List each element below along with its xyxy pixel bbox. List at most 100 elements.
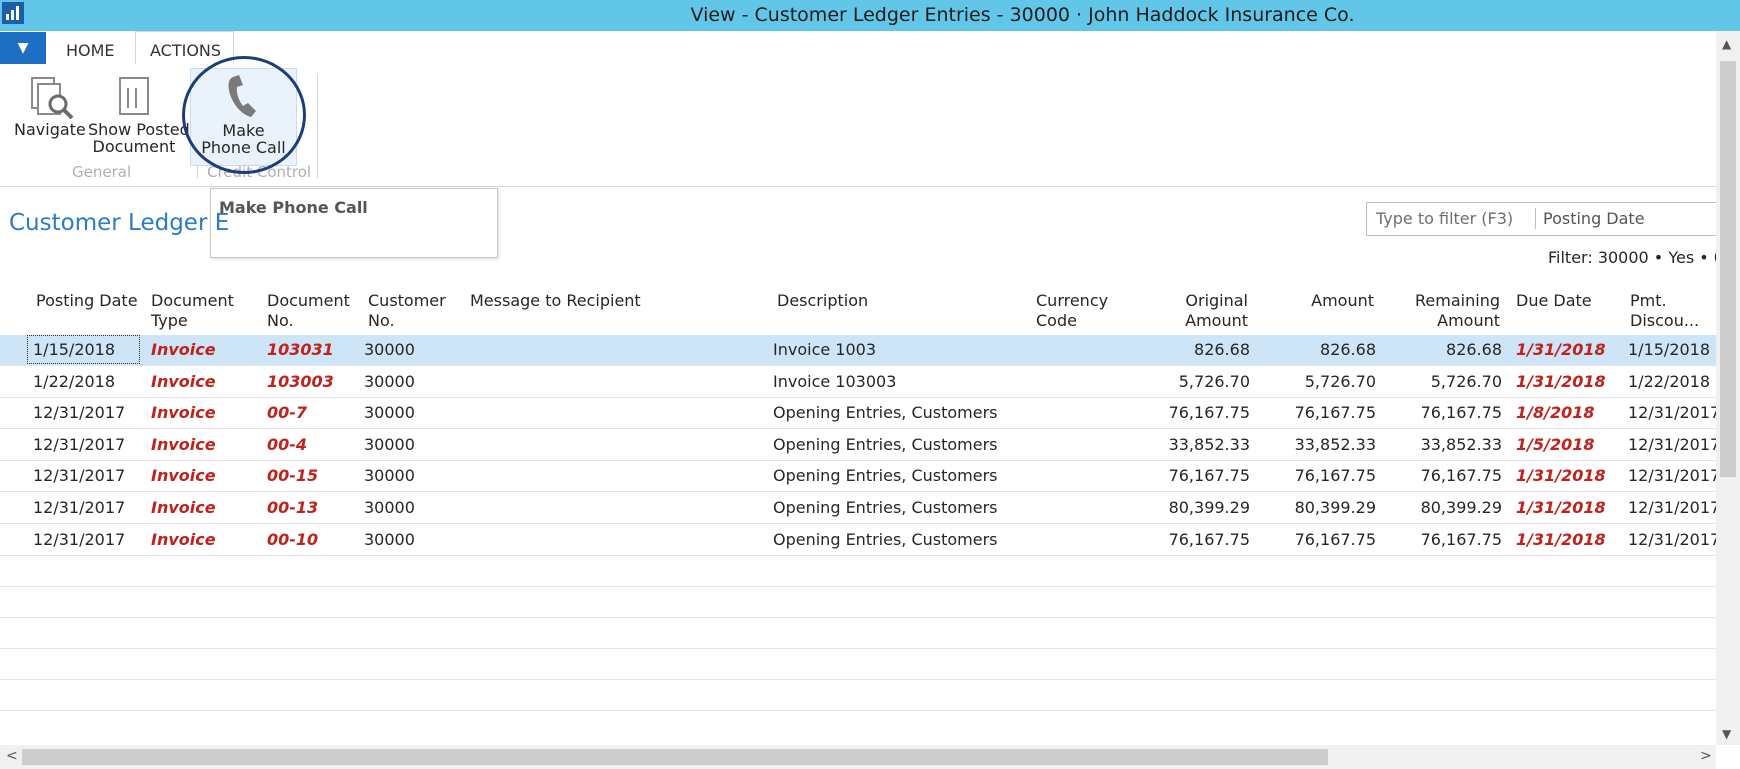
- group-label-general: General: [72, 163, 132, 181]
- cell-posting-date: 12/31/2017: [33, 434, 126, 454]
- table-row[interactable]: 1/22/2018 Invoice 103003 30000 Invoice 10300…: [0, 367, 1716, 398]
- cell-pmt-discount-date: 12/31/2017: [1628, 498, 1716, 517]
- scroll-down-icon[interactable]: ▼: [1722, 727, 1731, 741]
- cell-remaining-amount: 76,167.75: [1420, 529, 1502, 549]
- cell-customer-no: 30000: [364, 340, 415, 359]
- empty-row-line: [0, 679, 1716, 680]
- cell-document-no[interactable]: 103031: [267, 335, 334, 365]
- col-header-document-no[interactable]: Document No.: [267, 291, 350, 331]
- cell-remaining-amount: 80,399.29: [1420, 498, 1502, 517]
- cell-document-no[interactable]: 00-10: [267, 525, 318, 555]
- table-row[interactable]: 12/31/2017 Invoice 00-10 30000 Opening Entri…: [0, 525, 1716, 556]
- cell-original-amount: 826.68: [1194, 340, 1250, 359]
- navigate-button[interactable]: Navigate: [10, 70, 86, 160]
- cell-original-amount: 5,726.70: [1178, 371, 1250, 391]
- col-header-currency-code[interactable]: Currency Code: [1036, 291, 1108, 331]
- page-title: Customer Ledger E: [9, 210, 230, 236]
- cell-amount: 33,852.33: [1294, 434, 1376, 454]
- dropdown-arrow-icon: ▼: [17, 40, 29, 56]
- table-row[interactable]: 12/31/2017 Invoice 00-4 30000 Opening Entrie…: [0, 430, 1716, 461]
- cell-document-type: Invoice: [151, 498, 216, 517]
- empty-row-line: [0, 710, 1716, 711]
- header-line: Document: [267, 291, 350, 310]
- window-title: View - Customer Ledger Entries - 30000 ·…: [690, 4, 1355, 26]
- cell-amount: 826.68: [1320, 340, 1376, 359]
- empty-row-line: [0, 586, 1716, 587]
- header-line: Pmt.: [1630, 291, 1667, 310]
- col-header-remaining-amount[interactable]: Remaining Amount: [1400, 291, 1500, 331]
- cell-amount: 76,167.75: [1294, 466, 1376, 486]
- col-header-document-type[interactable]: Document Type: [151, 291, 234, 331]
- cell-document-no[interactable]: 00-7: [267, 398, 307, 428]
- cell-due-date: 1/31/2018: [1516, 466, 1606, 486]
- cell-customer-no: 30000: [364, 403, 415, 423]
- scroll-left-icon[interactable]: <: [6, 748, 18, 764]
- show-posted-label-2: Document: [92, 137, 176, 156]
- scroll-right-icon[interactable]: >: [1700, 748, 1712, 764]
- header-line: Customer: [368, 291, 446, 310]
- cell-due-date: 1/31/2018: [1516, 340, 1606, 359]
- header-line: Amount: [1437, 311, 1500, 330]
- group-divider: [317, 74, 318, 178]
- table-row[interactable]: 12/31/2017 Invoice 00-15 30000 Opening Entri…: [0, 461, 1716, 493]
- cell-original-amount: 76,167.75: [1168, 403, 1250, 423]
- show-posted-document-button[interactable]: Show Posted Document: [86, 70, 190, 160]
- tab-home[interactable]: HOME: [66, 41, 115, 60]
- cell-customer-no: 30000: [364, 498, 415, 517]
- cell-customer-no: 30000: [364, 434, 415, 454]
- col-header-original-amount[interactable]: Original Amount: [1148, 291, 1248, 331]
- col-header-amount[interactable]: Amount: [1274, 291, 1374, 311]
- col-header-customer-no[interactable]: Customer No.: [368, 291, 446, 331]
- cell-due-date: 1/31/2018: [1516, 529, 1606, 549]
- header-line: No.: [368, 311, 395, 330]
- filter-field-select[interactable]: Posting Date: [1543, 209, 1645, 228]
- cell-description: Opening Entries, Customers: [773, 403, 998, 423]
- tooltip-text: Make Phone Call: [219, 198, 368, 217]
- horizontal-scrollbar[interactable]: < >: [0, 745, 1716, 769]
- cell-original-amount: 76,167.75: [1168, 529, 1250, 549]
- table-row[interactable]: 12/31/2017 Invoice 00-7 30000 Opening Entrie…: [0, 398, 1716, 430]
- cell-description: Opening Entries, Customers: [773, 434, 998, 454]
- tab-actions[interactable]: ACTIONS: [150, 41, 221, 60]
- col-header-message[interactable]: Message to Recipient: [470, 291, 641, 311]
- cell-document-no[interactable]: 00-4: [267, 430, 307, 460]
- cell-posting-date: 12/31/2017: [33, 498, 126, 517]
- filter-box[interactable]: Type to filter (F3) Posting Date: [1366, 202, 1728, 236]
- annotation-circle: [182, 56, 306, 174]
- search-input[interactable]: Type to filter (F3): [1376, 209, 1513, 228]
- vertical-scroll-thumb[interactable]: [1720, 61, 1736, 477]
- col-header-posting-date[interactable]: Posting Date: [36, 291, 138, 311]
- scroll-up-icon[interactable]: ▲: [1722, 37, 1731, 51]
- col-header-pmt-discount[interactable]: Pmt. Discou...: [1630, 291, 1699, 331]
- table-row[interactable]: 1/15/2018 Invoice 103031 30000 Invoice 1003 8…: [0, 335, 1716, 366]
- header-line: Remaining: [1415, 291, 1500, 310]
- application-menu-button[interactable]: ▼: [0, 32, 46, 64]
- vertical-scrollbar[interactable]: ▲ ▼: [1716, 31, 1740, 745]
- cell-posting-date: 1/15/2018: [33, 340, 116, 359]
- title-bar: View - Customer Ledger Entries - 30000 ·…: [0, 0, 1740, 31]
- cell-description: Invoice 103003: [773, 371, 897, 391]
- col-header-due-date[interactable]: Due Date: [1516, 291, 1592, 311]
- cell-amount: 76,167.75: [1294, 403, 1376, 423]
- col-header-description[interactable]: Description: [777, 291, 868, 311]
- cell-due-date: 1/5/2018: [1516, 434, 1595, 454]
- cell-due-date: 1/8/2018: [1516, 403, 1595, 423]
- empty-row-line: [0, 648, 1716, 649]
- cell-document-type: Invoice: [151, 340, 216, 359]
- header-line: Document: [151, 291, 234, 310]
- empty-row-line: [0, 617, 1716, 618]
- header-line: Original: [1185, 291, 1248, 310]
- cell-document-type: Invoice: [151, 403, 216, 423]
- cell-remaining-amount: 76,167.75: [1420, 403, 1502, 423]
- cell-document-no[interactable]: 103003: [267, 367, 334, 397]
- navigate-label: Navigate: [14, 120, 86, 139]
- ledger-grid: Posting Date Document Type Document No. Cu…: [0, 280, 1716, 740]
- cell-document-no[interactable]: 00-15: [267, 461, 318, 491]
- table-row[interactable]: 12/31/2017 Invoice 00-13 30000 Opening Entri…: [0, 493, 1716, 524]
- cell-remaining-amount: 826.68: [1446, 340, 1502, 359]
- cell-document-no[interactable]: 00-13: [267, 493, 318, 523]
- header-line: Code: [1036, 311, 1077, 330]
- cell-description: Opening Entries, Customers: [773, 529, 998, 549]
- horizontal-scroll-thumb[interactable]: [22, 749, 1328, 765]
- cell-remaining-amount: 5,726.70: [1430, 371, 1502, 391]
